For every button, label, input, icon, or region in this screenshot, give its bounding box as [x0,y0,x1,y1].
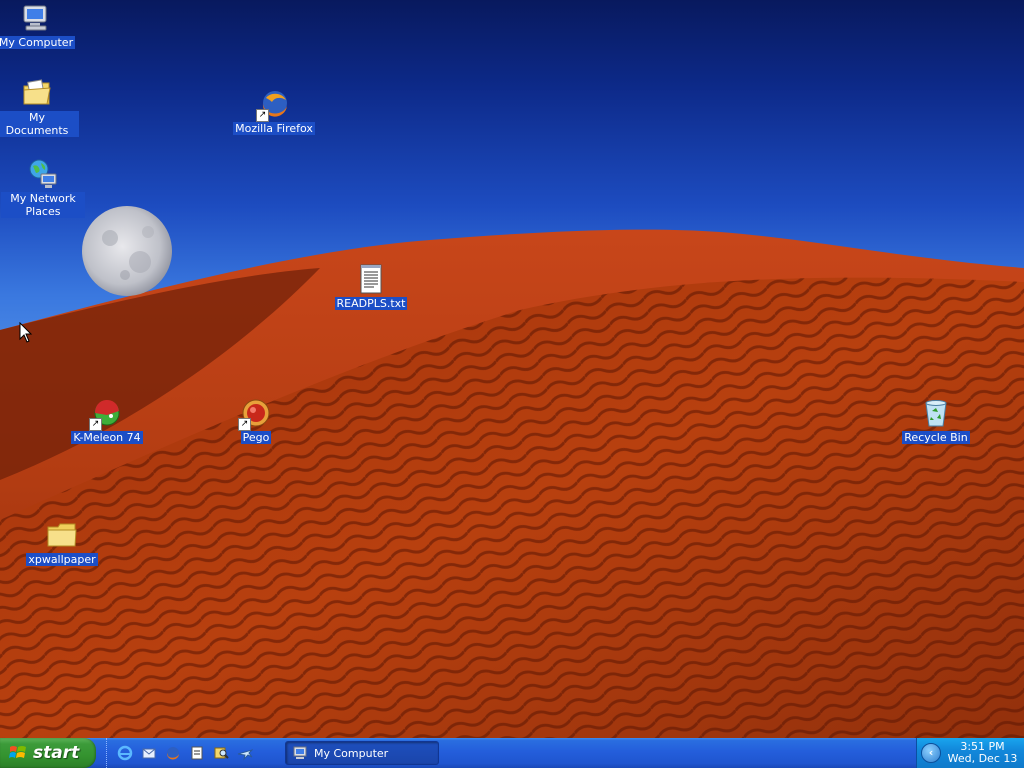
firefox-icon: ↗ [256,88,290,122]
my-computer-shortcut[interactable]: My Computer [0,2,81,49]
k-meleon-label: K-Meleon 74 [71,431,143,444]
quick-launch-toolbar [106,738,257,768]
pego-label: Pego [240,431,272,444]
search-icon[interactable] [212,744,230,762]
my-computer-icon [20,2,52,34]
recycle-bin[interactable]: Recycle Bin [891,397,981,444]
clock[interactable]: 3:51 PM Wed, Dec 13 [941,741,1024,765]
outlook-express-icon[interactable] [140,744,158,762]
recycle-bin-icon [920,397,952,429]
network-globe-icon [27,158,59,190]
folder-icon [46,519,78,551]
recycle-bin-label: Recycle Bin [902,431,970,444]
taskbar: start My Computer ‹ 3:51 PM Wed, Dec 13 [0,738,1024,768]
shortcut-arrow-icon: ↗ [256,109,269,122]
internet-explorer-icon[interactable] [116,744,134,762]
firefox-icon[interactable] [164,744,182,762]
task-my-computer[interactable]: My Computer [285,741,439,765]
my-computer-label: My Computer [0,36,76,49]
xpwallpaper-folder[interactable]: xpwallpaper [17,519,107,566]
task-list: My Computer [285,738,439,768]
my-documents-label: My Documents [0,111,79,137]
pego-shortcut[interactable]: ↗ Pego [211,397,301,444]
windows-logo-icon [9,746,26,758]
pego-icon: ↗ [238,397,272,431]
wallpaper [0,206,1024,738]
my-network-places-shortcut[interactable]: My Network Places [0,158,88,218]
desktop[interactable]: My Computer My Documents My Network Plac… [0,0,1024,738]
clock-date: Wed, Dec 13 [947,752,1018,765]
plane-icon[interactable] [236,744,254,762]
shortcut-arrow-icon: ↗ [238,418,251,431]
readpls-file[interactable]: READPLS.txt [326,263,416,310]
show-hidden-icons-button[interactable]: ‹ [921,743,941,763]
task-label: My Computer [314,746,389,760]
mozilla-firefox-label: Mozilla Firefox [233,122,315,135]
start-label: start [33,743,80,763]
documents-folder-icon [21,77,53,109]
mouse-pointer-icon [19,322,33,343]
mozilla-firefox-shortcut[interactable]: ↗ Mozilla Firefox [229,88,319,135]
text-file-icon [355,263,387,295]
shortcut-arrow-icon: ↗ [89,418,102,431]
k-meleon-icon: ↗ [89,397,123,431]
my-network-places-label: My Network Places [1,192,85,218]
k-meleon-shortcut[interactable]: ↗ K-Meleon 74 [62,397,152,444]
my-computer-icon [293,746,307,759]
system-tray: ‹ 3:51 PM Wed, Dec 13 [916,738,1024,768]
readpls-label: READPLS.txt [334,297,408,310]
start-button[interactable]: start [0,738,96,768]
notepad-icon[interactable] [188,744,206,762]
my-documents-shortcut[interactable]: My Documents [0,77,82,137]
xpwallpaper-label: xpwallpaper [26,553,98,566]
